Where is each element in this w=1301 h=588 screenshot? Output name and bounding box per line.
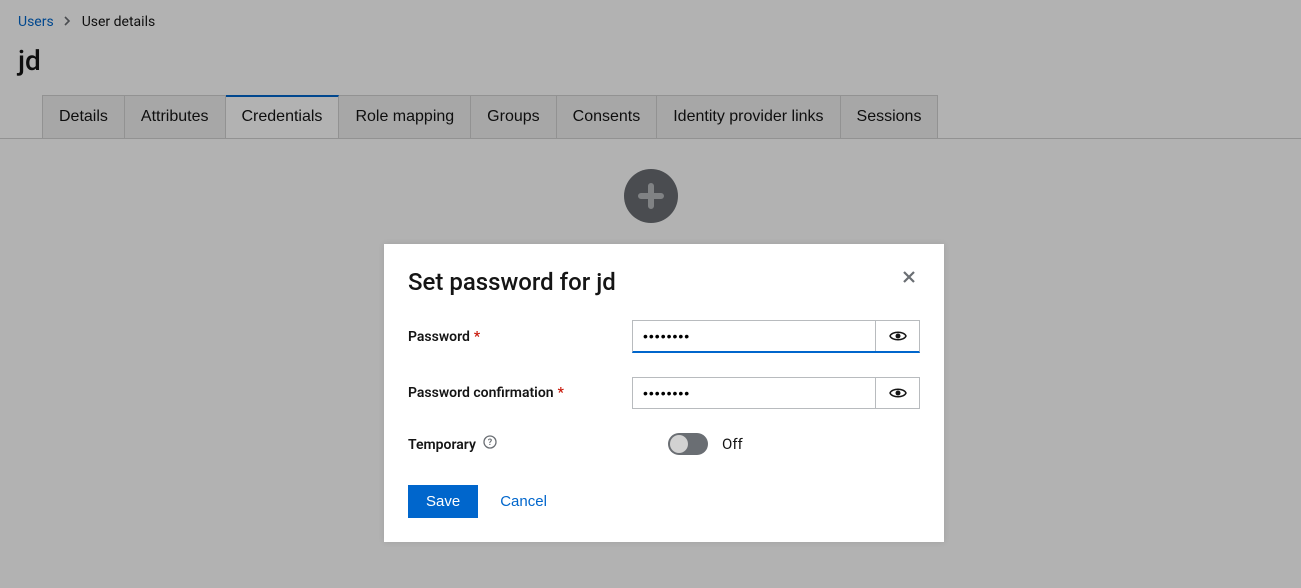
password-label: Password* — [408, 329, 632, 345]
temporary-label: Temporary ? — [408, 435, 632, 453]
eye-icon[interactable] — [875, 378, 919, 408]
password-confirmation-label: Password confirmation* — [408, 385, 632, 401]
password-confirmation-input[interactable] — [633, 378, 875, 408]
temporary-toggle[interactable] — [668, 433, 708, 455]
password-row: Password* — [408, 320, 920, 353]
required-asterisk: * — [474, 329, 480, 345]
eye-icon[interactable] — [875, 321, 919, 351]
save-button[interactable]: Save — [408, 485, 478, 518]
temporary-state-label: Off — [722, 435, 743, 453]
toggle-knob — [670, 435, 688, 453]
help-icon[interactable]: ? — [483, 438, 497, 453]
cancel-button[interactable]: Cancel — [486, 485, 561, 518]
password-confirmation-row: Password confirmation* — [408, 377, 920, 409]
svg-text:?: ? — [488, 438, 493, 448]
temporary-row: Temporary ? Off — [408, 433, 920, 455]
password-input-wrap — [632, 320, 920, 353]
required-asterisk: * — [558, 385, 564, 401]
password-input[interactable] — [633, 321, 875, 351]
set-password-modal: Set password for jd Password* Password c… — [384, 244, 944, 542]
modal-title: Set password for jd — [408, 268, 616, 296]
password-confirmation-input-wrap — [632, 377, 920, 409]
close-icon[interactable] — [898, 268, 920, 288]
